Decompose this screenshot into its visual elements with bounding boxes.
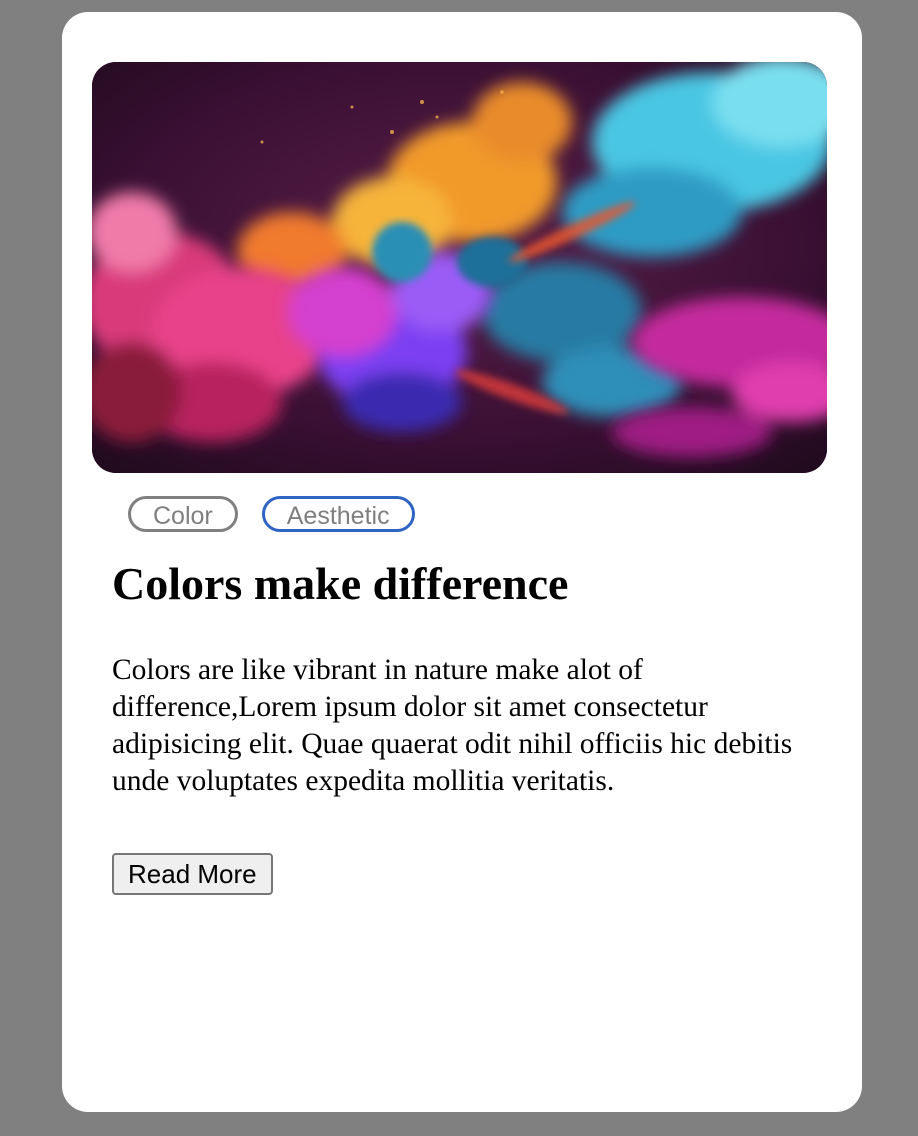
colorful-powder-explosion-image bbox=[92, 62, 827, 473]
tag-color[interactable]: Color bbox=[128, 496, 238, 532]
hero-image bbox=[92, 62, 827, 473]
card-title: Colors make difference bbox=[112, 558, 569, 609]
article-card: Color Aesthetic Colors make difference C… bbox=[62, 12, 862, 1112]
read-more-button[interactable]: Read More bbox=[112, 853, 273, 895]
tag-aesthetic[interactable]: Aesthetic bbox=[261, 496, 415, 532]
card-description: Colors are like vibrant in nature make a… bbox=[112, 654, 793, 797]
tag-list: Color Aesthetic bbox=[128, 496, 415, 532]
